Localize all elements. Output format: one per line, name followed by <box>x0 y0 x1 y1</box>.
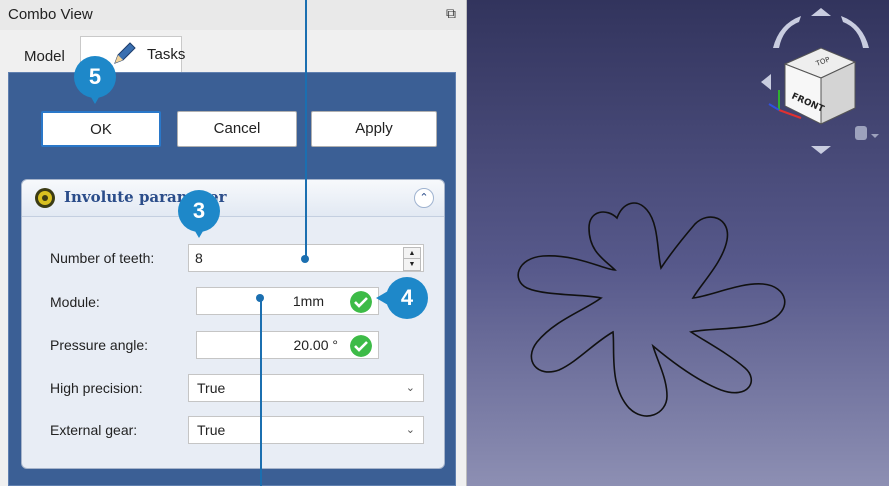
float-window-icon[interactable]: ⧉ <box>446 5 456 22</box>
external-gear-select[interactable]: True ⌄ <box>188 416 424 444</box>
spin-down-icon[interactable]: ▼ <box>403 258 421 271</box>
rotate-right-arrow-icon[interactable] <box>841 16 869 48</box>
module-label: Module: <box>50 294 100 310</box>
rotate-left-arrow-icon[interactable] <box>773 16 801 48</box>
navigation-cube[interactable]: TOP FRONT <box>755 6 887 156</box>
tab-tasks-label: Tasks <box>147 46 186 63</box>
collapse-icon[interactable]: ⌃ <box>414 188 434 208</box>
combo-view-title: Combo View <box>8 6 93 23</box>
apply-button[interactable]: Apply <box>311 111 437 147</box>
combo-view-panel: Combo View ⧉ Model Tasks OK Cancel Apply <box>0 0 467 486</box>
view-menu-icon[interactable] <box>855 126 867 140</box>
chevron-down-icon: ⌄ <box>405 382 415 394</box>
chevron-down-icon: ⌄ <box>405 424 415 436</box>
pencil-icon <box>114 42 136 64</box>
callout-4: 4 <box>386 277 428 319</box>
view-menu-chevron-icon[interactable] <box>871 134 879 138</box>
external-gear-value: True <box>197 422 226 438</box>
external-gear-label: External gear: <box>50 422 138 438</box>
callout-3: 3 <box>178 190 220 232</box>
pressure-angle-label: Pressure angle: <box>50 337 149 353</box>
rotate-left-small-icon[interactable] <box>761 74 771 90</box>
involute-parameter-header[interactable]: Involute parameter ⌃ <box>22 180 444 217</box>
gear-outline-drawing <box>517 202 786 417</box>
ok-button[interactable]: OK <box>41 111 161 147</box>
module-value: 1mm <box>292 293 324 309</box>
high-precision-label: High precision: <box>50 380 143 396</box>
pointer-dot <box>256 294 264 302</box>
gear-icon <box>35 188 55 208</box>
pointer-line <box>305 0 307 258</box>
cancel-button[interactable]: Cancel <box>177 111 297 147</box>
check-icon <box>350 291 372 313</box>
tab-model[interactable]: Model <box>14 42 84 72</box>
rotate-down-arrow-icon[interactable] <box>811 146 831 154</box>
callout-5: 5 <box>74 56 116 98</box>
pressure-angle-value: 20.00 ° <box>293 337 338 353</box>
high-precision-select[interactable]: True ⌄ <box>188 374 424 402</box>
high-precision-value: True <box>197 380 226 396</box>
3d-viewport[interactable]: TOP FRONT <box>467 0 889 486</box>
check-icon <box>350 335 372 357</box>
combo-view-title-bar: Combo View ⧉ <box>0 0 466 30</box>
tab-model-label: Model <box>24 48 65 65</box>
number-of-teeth-label: Number of teeth: <box>50 250 155 266</box>
pointer-line <box>260 298 262 486</box>
pointer-dot <box>301 255 309 263</box>
rotate-up-arrow-icon[interactable] <box>811 8 831 16</box>
module-field[interactable]: 1mm <box>196 287 379 315</box>
pressure-angle-field[interactable]: 20.00 ° <box>196 331 379 359</box>
number-of-teeth-value: 8 <box>195 250 203 266</box>
tab-bar: Model Tasks <box>0 30 466 72</box>
